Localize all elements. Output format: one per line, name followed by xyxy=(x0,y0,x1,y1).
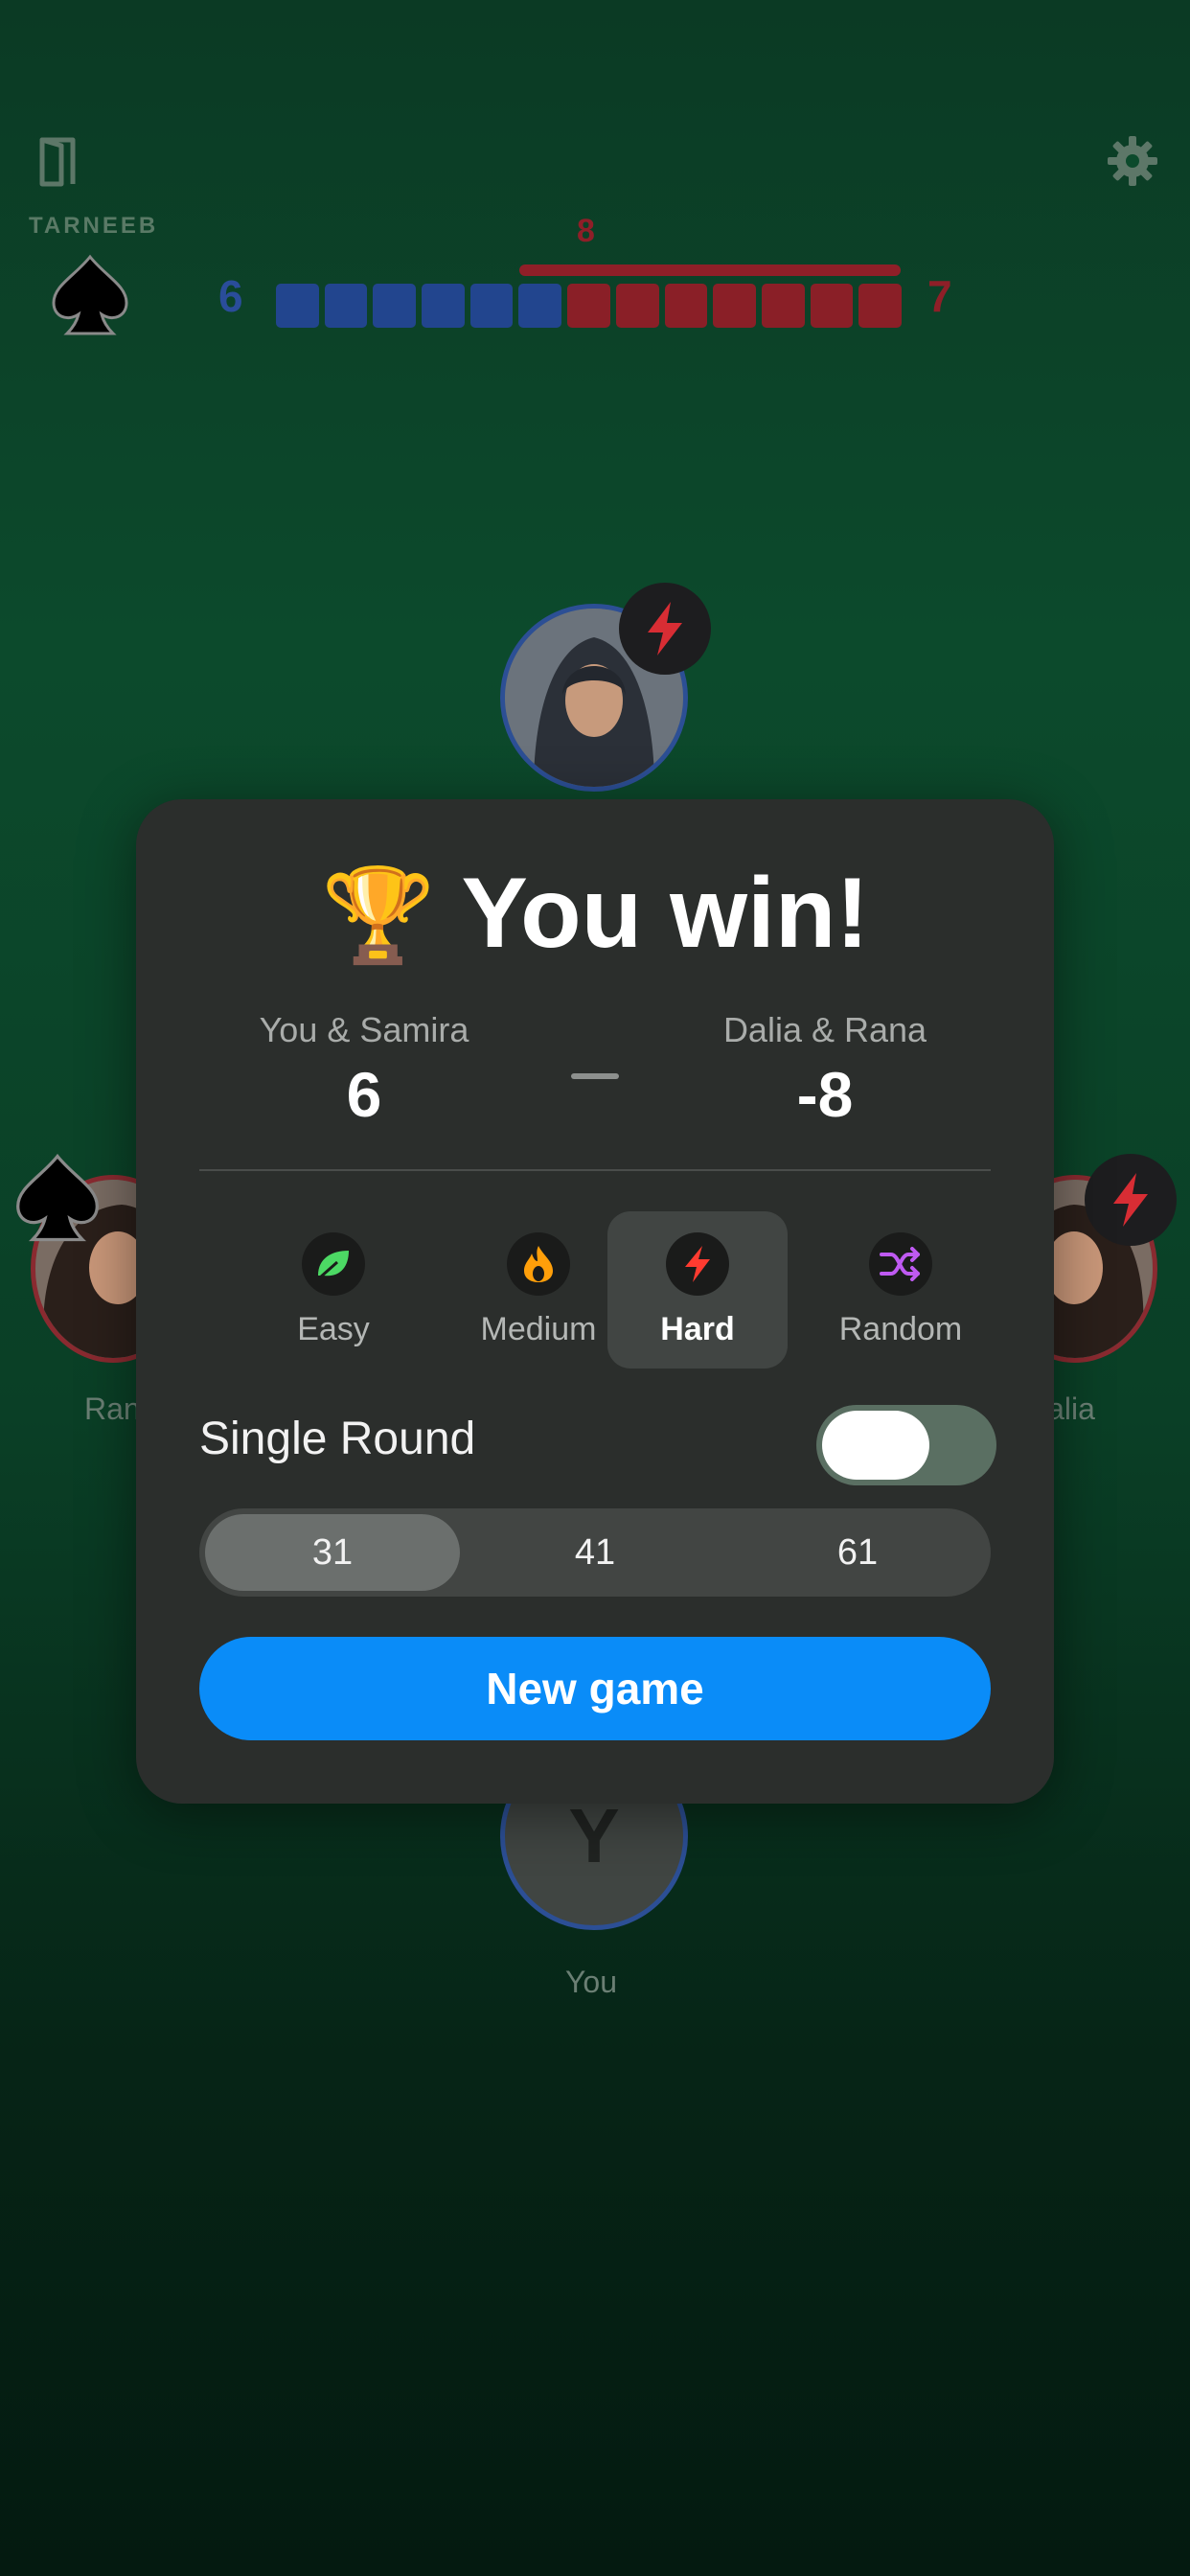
result-dialog: 🏆 You win! You & Samira 6 Dalia & Rana -… xyxy=(136,799,1054,1804)
difficulty-label: Random xyxy=(838,1311,963,1347)
spade-icon xyxy=(10,1150,105,1246)
trick-team-left xyxy=(518,284,562,328)
team2-name: Dalia & Rana xyxy=(722,1010,927,1049)
points-segmented-control: 31 41 61 xyxy=(199,1508,991,1597)
leaf-icon xyxy=(302,1232,365,1296)
gear-icon[interactable] xyxy=(1106,134,1159,188)
points-option-31[interactable]: 31 xyxy=(205,1514,460,1591)
win-title: 🏆 You win! xyxy=(136,857,1054,971)
score-separator xyxy=(571,1073,619,1079)
difficulty-label: Medium xyxy=(480,1311,597,1347)
bolt-icon xyxy=(666,1232,729,1296)
team-left-score: 6 xyxy=(218,271,243,321)
trick-team-left xyxy=(276,284,319,328)
difficulty-label: Hard xyxy=(660,1311,735,1347)
trick-team-right xyxy=(615,284,659,328)
points-option-61[interactable]: 61 xyxy=(730,1514,985,1591)
trick-team-right xyxy=(858,284,902,328)
new-game-button[interactable]: New game xyxy=(199,1637,991,1740)
flame-icon xyxy=(507,1232,570,1296)
you-name: You xyxy=(565,1965,617,1999)
bolt-icon xyxy=(619,583,711,675)
win-title-text: You win! xyxy=(461,858,870,969)
team1-score: 6 xyxy=(346,1059,382,1130)
trick-team-left xyxy=(324,284,368,328)
trick-team-right xyxy=(664,284,708,328)
trick-team-left xyxy=(422,284,465,328)
difficulty-medium[interactable]: Medium xyxy=(448,1211,629,1368)
shuffle-icon xyxy=(869,1232,932,1296)
difficulty-easy[interactable]: Easy xyxy=(243,1211,423,1368)
target-bar xyxy=(519,264,901,276)
trump-label: TARNEEB xyxy=(29,213,159,239)
tricks-progress xyxy=(276,284,902,328)
difficulty-label: Easy xyxy=(297,1311,370,1347)
trick-team-left xyxy=(469,284,514,328)
trick-team-right xyxy=(713,284,756,328)
team1-name: You & Samira xyxy=(259,1010,469,1049)
single-round-toggle[interactable] xyxy=(816,1405,996,1485)
team2-score: -8 xyxy=(796,1059,854,1130)
team-right-score: 7 xyxy=(927,271,952,321)
single-round-label: Single Round xyxy=(199,1414,476,1464)
difficulty-random[interactable]: Random xyxy=(811,1211,991,1368)
spade-icon xyxy=(46,251,134,339)
divider xyxy=(199,1169,991,1171)
target-score: 8 xyxy=(577,213,595,249)
trick-team-right xyxy=(761,284,805,328)
trick-team-right xyxy=(567,284,610,328)
trick-team-left xyxy=(373,284,417,328)
points-option-41[interactable]: 41 xyxy=(468,1514,722,1591)
exit-door-icon[interactable] xyxy=(34,134,80,188)
difficulty-hard[interactable]: Hard xyxy=(607,1211,788,1368)
toggle-knob xyxy=(822,1411,929,1480)
trophy-icon: 🏆 xyxy=(320,862,436,969)
trick-team-right xyxy=(810,284,854,328)
bolt-icon xyxy=(1085,1154,1177,1246)
